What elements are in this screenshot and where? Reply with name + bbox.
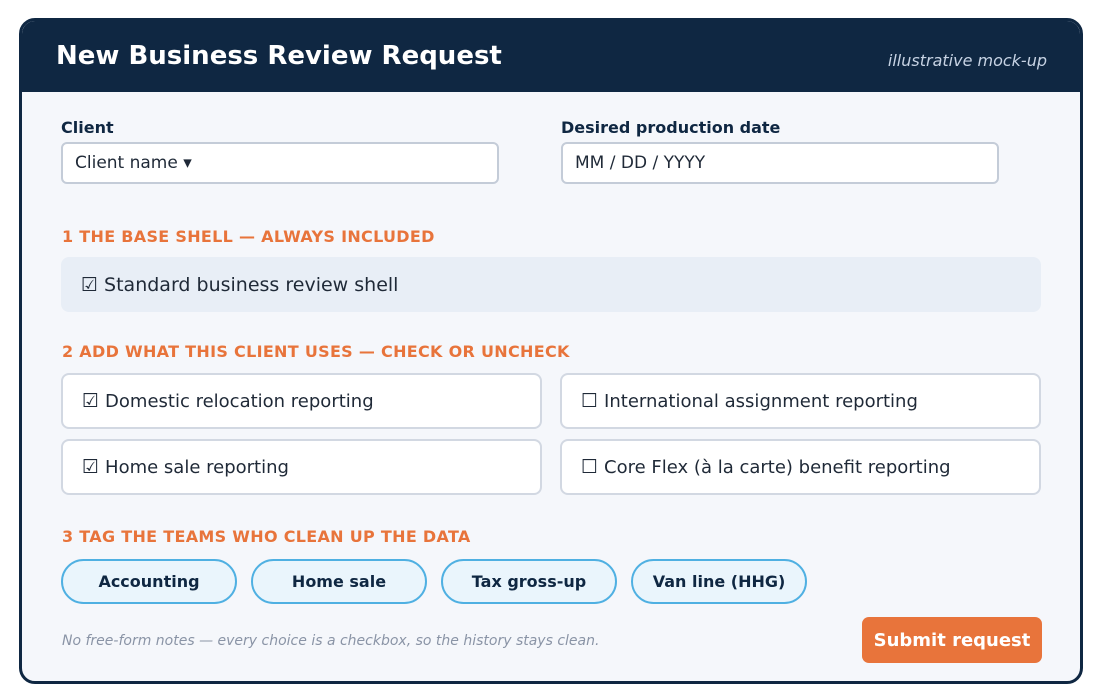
option-label: Domestic relocation reporting xyxy=(105,390,374,412)
base-shell-item: ☑ Standard business review shell xyxy=(61,257,1041,312)
tag-tax-gross-up[interactable]: Tax gross-up xyxy=(441,559,617,604)
unchecked-checkbox-icon: ☐ xyxy=(581,456,599,478)
tag-home-sale[interactable]: Home sale xyxy=(251,559,427,604)
option-core-flex[interactable]: ☐ Core Flex (à la carte) benefit reporti… xyxy=(560,439,1041,495)
footer-note: No free-form notes — every choice is a c… xyxy=(62,633,600,649)
option-label: Home sale reporting xyxy=(105,456,289,478)
section-3-heading: 3 TAG THE TEAMS WHO CLEAN UP THE DATA xyxy=(62,527,471,546)
client-dropdown[interactable]: Client name ▾ xyxy=(61,142,499,184)
base-shell-label: Standard business review shell xyxy=(104,273,399,296)
page-title: New Business Review Request xyxy=(56,41,502,71)
tag-van-line[interactable]: Van line (HHG) xyxy=(631,559,807,604)
client-label: Client xyxy=(61,118,114,137)
production-date-label: Desired production date xyxy=(561,118,781,137)
unchecked-checkbox-icon: ☐ xyxy=(581,390,599,412)
production-date-input[interactable] xyxy=(575,153,985,173)
option-international-assignment[interactable]: ☐ International assignment reporting xyxy=(560,373,1041,429)
section-2-heading: 2 ADD WHAT THIS CLIENT USES — CHECK OR U… xyxy=(62,342,570,361)
option-home-sale[interactable]: ☑ Home sale reporting xyxy=(61,439,542,495)
mockup-note: illustrative mock-up xyxy=(887,51,1047,70)
checked-checkbox-icon: ☑ xyxy=(82,456,100,478)
option-label: International assignment reporting xyxy=(604,390,918,412)
submit-button[interactable]: Submit request xyxy=(862,617,1042,663)
option-label: Core Flex (à la carte) benefit reporting xyxy=(604,456,951,478)
production-date-field[interactable] xyxy=(561,142,999,184)
section-1-heading: 1 THE BASE SHELL — ALWAYS INCLUDED xyxy=(62,227,435,246)
checked-checkbox-icon: ☑ xyxy=(82,390,100,412)
option-domestic-relocation[interactable]: ☑ Domestic relocation reporting xyxy=(61,373,542,429)
header-bar: New Business Review Request illustrative… xyxy=(22,21,1080,92)
client-dropdown-value: Client name ▾ xyxy=(75,153,192,173)
checked-checkbox-icon: ☑ xyxy=(81,273,99,296)
review-request-card: New Business Review Request illustrative… xyxy=(19,18,1083,684)
tag-accounting[interactable]: Accounting xyxy=(61,559,237,604)
